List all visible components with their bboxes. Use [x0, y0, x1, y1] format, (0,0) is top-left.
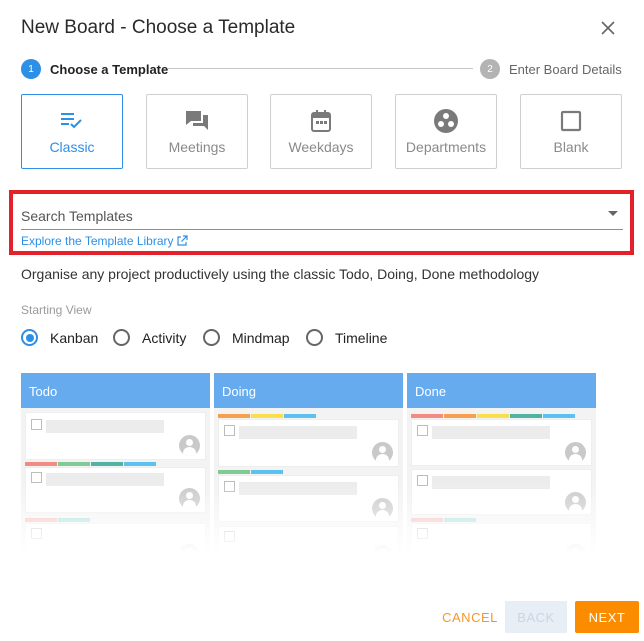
back-button[interactable]: BACK: [505, 601, 567, 633]
radio-button[interactable]: [306, 329, 323, 346]
checkbox-icon: [417, 425, 428, 436]
template-tile-classic[interactable]: Classic: [21, 94, 123, 169]
template-label: Classic: [49, 139, 95, 155]
template-tile-weekdays[interactable]: Weekdays: [270, 94, 372, 169]
radio-button[interactable]: [21, 329, 38, 346]
card-labels: [25, 462, 156, 466]
search-templates-input[interactable]: [21, 205, 621, 227]
group-icon: [432, 107, 460, 135]
placeholder-bar: [239, 426, 357, 439]
radio-mindmap[interactable]: Mindmap: [203, 329, 290, 346]
step-1-label: Choose a Template: [50, 62, 169, 77]
template-library-link-text: Explore the Template Library: [21, 234, 174, 248]
card-labels: [218, 470, 283, 474]
chat-icon: [183, 107, 211, 135]
template-label: Meetings: [168, 139, 226, 155]
preview-card: [411, 419, 592, 466]
dialog-title: New Board - Choose a Template: [21, 17, 296, 38]
radio-kanban[interactable]: Kanban: [21, 329, 98, 346]
calendar-icon: [307, 107, 335, 135]
radio-label: Timeline: [335, 329, 388, 346]
template-label: Departments: [405, 139, 487, 155]
checkbox-icon: [31, 472, 42, 483]
template-description: Organise any project productively using …: [21, 266, 540, 282]
radio-button[interactable]: [113, 329, 130, 346]
preview-column-title: Todo: [21, 373, 210, 408]
checkbox-icon: [224, 425, 235, 436]
placeholder-bar: [46, 420, 164, 433]
dropdown-caret-icon[interactable]: [608, 211, 618, 216]
stepper-connector: [168, 68, 473, 69]
preview-column-body: [407, 408, 596, 553]
radio-activity[interactable]: Activity: [113, 329, 186, 346]
radio-label: Activity: [142, 329, 187, 346]
fade-overlay: [214, 483, 403, 553]
preview-column-title: Doing: [214, 373, 403, 408]
checkbox-icon: [31, 419, 42, 430]
close-icon[interactable]: [598, 18, 618, 38]
radio-label: Mindmap: [232, 329, 290, 346]
preview-column-done: Done: [407, 373, 596, 553]
template-tile-departments[interactable]: Departments: [395, 94, 497, 169]
blank-square-icon: [557, 107, 585, 135]
preview-card: [25, 412, 206, 460]
radio-button[interactable]: [203, 329, 220, 346]
external-link-icon: [176, 235, 188, 246]
template-tile-meetings[interactable]: Meetings: [146, 94, 248, 169]
starting-view-label: Starting View: [21, 303, 92, 317]
step-2-label: Enter Board Details: [509, 62, 622, 77]
checklist-icon: [58, 107, 86, 135]
preview-column-doing: Doing: [214, 373, 403, 553]
next-button[interactable]: NEXT: [575, 601, 639, 633]
preview-column-title: Done: [407, 373, 596, 408]
cancel-button[interactable]: CANCEL: [441, 601, 499, 633]
template-library-link[interactable]: Explore the Template Library: [21, 234, 188, 248]
placeholder-bar: [432, 426, 550, 439]
fade-overlay: [21, 483, 210, 553]
template-tile-blank[interactable]: Blank: [520, 94, 622, 169]
preview-column-body: [21, 408, 210, 553]
fade-overlay: [407, 483, 596, 553]
avatar-icon: [179, 435, 200, 456]
avatar-icon: [565, 442, 586, 463]
search-underline: [21, 229, 623, 230]
preview-card: [218, 419, 399, 467]
template-label: Blank: [553, 139, 589, 155]
avatar-icon: [372, 442, 393, 463]
radio-timeline[interactable]: Timeline: [306, 329, 387, 346]
preview-column-body: [214, 408, 403, 553]
step-2-indicator: 2: [480, 59, 500, 79]
radio-label: Kanban: [50, 329, 99, 346]
card-labels: [411, 414, 575, 418]
template-label: Weekdays: [288, 139, 354, 155]
preview-column-todo: Todo: [21, 373, 210, 553]
card-labels: [218, 414, 316, 418]
step-1-indicator: 1: [21, 59, 41, 79]
